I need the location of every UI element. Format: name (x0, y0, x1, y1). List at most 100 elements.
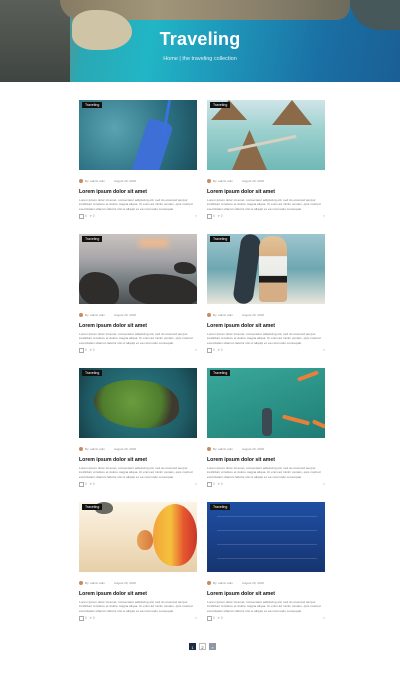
post-author[interactable]: By: admin adm (213, 313, 233, 317)
heart-icon[interactable]: ♥ (218, 348, 220, 352)
share-icon[interactable]: < (323, 348, 325, 352)
next-page-button[interactable]: » (209, 643, 216, 650)
kayak-shape (296, 370, 320, 382)
heart-icon[interactable]: ♥ (90, 616, 92, 620)
post-title[interactable]: Lorem ipsum dolor sit amet (79, 189, 197, 195)
post-meta: By: admin adm · August 20, 2018 (79, 446, 197, 452)
post-author[interactable]: By: admin adm (213, 581, 233, 585)
post-card[interactable]: Traveling By: admin adm · August 20, 201… (79, 502, 197, 621)
share-icon[interactable]: < (323, 214, 325, 218)
share-icon[interactable]: < (195, 616, 197, 620)
post-meta: By: admin adm · August 20, 2018 (207, 178, 325, 184)
post-card[interactable]: Traveling By: admin adm · August 20, 201… (207, 234, 325, 353)
share-icon[interactable]: < (195, 348, 197, 352)
heart-icon[interactable]: ♥ (218, 214, 220, 218)
share-icon[interactable]: < (195, 214, 197, 218)
post-image[interactable]: Traveling (79, 100, 197, 170)
pagination: 1 2 » (189, 643, 216, 650)
comment-icon[interactable] (79, 482, 84, 487)
share-icon[interactable]: < (323, 616, 325, 620)
share-icon[interactable]: < (195, 482, 197, 486)
post-excerpt: Lorem ipsum dolor sit amet, consectetur … (79, 332, 193, 345)
comment-icon[interactable] (207, 214, 212, 219)
post-title[interactable]: Lorem ipsum dolor sit amet (79, 457, 197, 463)
wave-line (217, 558, 317, 559)
post-image[interactable]: Traveling (207, 100, 325, 170)
category-tag[interactable]: Traveling (210, 236, 231, 242)
post-meta: By: admin adm · August 20, 2018 (79, 178, 197, 184)
hero-cliff-right (350, 0, 400, 30)
post-title[interactable]: Lorem ipsum dolor sit amet (79, 591, 197, 597)
avatar (79, 313, 83, 317)
comment-icon[interactable] (207, 616, 212, 621)
kayak-shape (281, 414, 311, 426)
post-excerpt: Lorem ipsum dolor sit amet, consectetur … (207, 466, 321, 479)
meta-separator: · (109, 581, 111, 585)
post-card[interactable]: Traveling By: admin adm · August 20, 201… (79, 368, 197, 487)
category-tag[interactable]: Traveling (82, 102, 103, 108)
meta-separator: · (109, 313, 111, 317)
post-title[interactable]: Lorem ipsum dolor sit amet (207, 189, 325, 195)
post-image[interactable]: Traveling (79, 502, 197, 572)
post-image[interactable]: Traveling (207, 234, 325, 304)
post-image[interactable]: Traveling (79, 368, 197, 438)
post-title[interactable]: Lorem ipsum dolor sit amet (207, 323, 325, 329)
post-meta: By: admin adm · August 20, 2018 (207, 580, 325, 586)
post-card[interactable]: Traveling By: admin adm · August 20, 201… (207, 368, 325, 487)
heart-icon[interactable]: ♥ (218, 482, 220, 486)
page-1-button[interactable]: 1 (189, 643, 196, 650)
heart-icon[interactable]: ♥ (218, 616, 220, 620)
post-card[interactable]: Traveling By: admin adm · August 20, 201… (79, 100, 197, 219)
post-author[interactable]: By: admin adm (85, 313, 105, 317)
post-author[interactable]: By: admin adm (85, 581, 105, 585)
balloon-shape (153, 504, 197, 566)
category-tag[interactable]: Traveling (82, 236, 103, 242)
comment-icon[interactable] (79, 616, 84, 621)
post-card[interactable]: Traveling By: admin adm · August 20, 201… (207, 100, 325, 219)
comment-icon[interactable] (79, 214, 84, 219)
post-footer: 0 ♥ 0 < (207, 616, 325, 621)
comment-count: 0 (85, 214, 87, 219)
post-title[interactable]: Lorem ipsum dolor sit amet (207, 591, 325, 597)
comment-icon[interactable] (207, 482, 212, 487)
avatar (207, 581, 211, 585)
post-title[interactable]: Lorem ipsum dolor sit amet (79, 323, 197, 329)
post-date: August 20, 2018 (242, 179, 264, 183)
post-title[interactable]: Lorem ipsum dolor sit amet (207, 457, 325, 463)
post-author[interactable]: By: admin adm (85, 447, 105, 451)
category-tag[interactable]: Traveling (82, 504, 103, 510)
post-excerpt: Lorem ipsum dolor sit amet, consectetur … (207, 600, 321, 613)
page-2-button[interactable]: 2 (199, 643, 206, 650)
comment-icon[interactable] (79, 348, 84, 353)
post-excerpt: Lorem ipsum dolor sit amet, consectetur … (207, 198, 321, 211)
island-shape (94, 380, 179, 428)
post-image[interactable]: Traveling (207, 368, 325, 438)
post-card[interactable]: Traveling By: admin adm · August 20, 201… (207, 502, 325, 621)
heart-icon[interactable]: ♥ (90, 348, 92, 352)
category-tag[interactable]: Traveling (210, 504, 231, 510)
post-footer: 0 ♥ 0 < (79, 214, 197, 219)
post-author[interactable]: By: admin adm (213, 447, 233, 451)
comment-count: 0 (213, 214, 215, 219)
category-tag[interactable]: Traveling (210, 102, 231, 108)
heart-icon[interactable]: ♥ (90, 482, 92, 486)
post-date: August 20, 2018 (114, 313, 136, 317)
balloon-shape (137, 530, 153, 550)
comment-icon[interactable] (207, 348, 212, 353)
category-tag[interactable]: Traveling (82, 370, 103, 376)
post-card[interactable]: Traveling By: admin adm · August 20, 201… (79, 234, 197, 353)
post-image[interactable]: Traveling (79, 234, 197, 304)
post-meta: By: admin adm · August 20, 2018 (207, 312, 325, 318)
like-count: 0 (92, 482, 95, 487)
post-meta: By: admin adm · August 20, 2018 (79, 312, 197, 318)
post-date: August 20, 2018 (114, 179, 136, 183)
category-tag[interactable]: Traveling (210, 370, 231, 376)
heart-icon[interactable]: ♥ (90, 214, 92, 218)
post-date: August 20, 2018 (114, 447, 136, 451)
breadcrumb[interactable]: Home | the traveling collection (0, 56, 400, 62)
post-author[interactable]: By: admin adm (213, 179, 233, 183)
share-icon[interactable]: < (323, 482, 325, 486)
post-author[interactable]: By: admin adm (85, 179, 105, 183)
post-image[interactable]: Traveling (207, 502, 325, 572)
kayak-shape (311, 419, 325, 429)
